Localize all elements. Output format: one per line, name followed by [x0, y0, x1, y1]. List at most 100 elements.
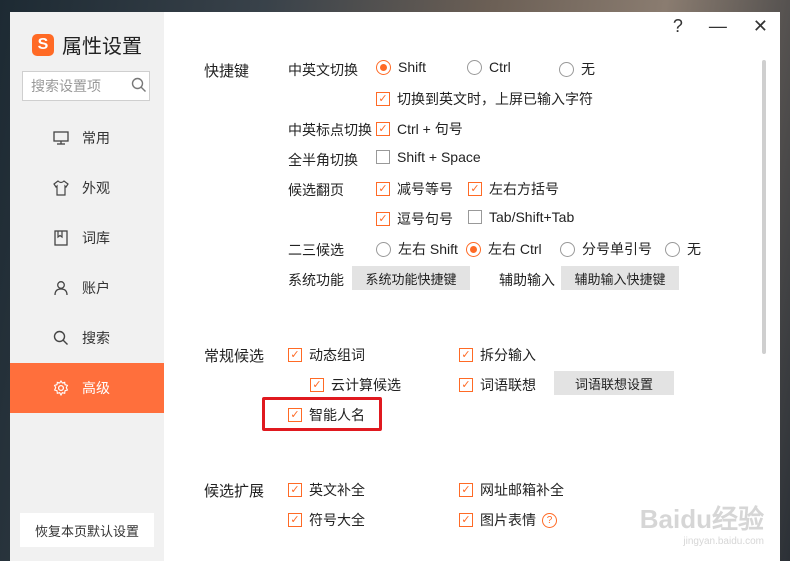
checkbox-label: 左右方括号 [489, 181, 559, 197]
width-switch-label: 全半角切换 [288, 152, 358, 168]
section-title-regular: 常规候选 [204, 348, 265, 365]
sidebar-item-appearance[interactable]: 外观 [10, 163, 164, 213]
paging-label: 候选翻页 [288, 182, 344, 198]
checkbox-checked[interactable]: ✓ [376, 212, 390, 226]
minimize-button[interactable]: — [709, 16, 727, 37]
checkbox-english-complete[interactable]: ✓ 英文补全 [288, 480, 365, 500]
checkbox-checked[interactable]: ✓ [376, 92, 390, 106]
scrollbar[interactable] [762, 60, 766, 354]
close-button[interactable]: ✕ [753, 16, 768, 37]
watermark: Baidu经验 jingyan.baidu.com [640, 499, 764, 547]
sidebar-item-account[interactable]: 账户 [10, 263, 164, 313]
sidebar-item-label: 搜索 [82, 330, 110, 346]
radio-ctrl[interactable]: Ctrl [467, 59, 511, 75]
checkbox-url-email[interactable]: ✓ 网址邮箱补全 [459, 480, 564, 500]
radio-selected[interactable] [376, 59, 391, 75]
watermark-subtext: jingyan.baidu.com [683, 536, 764, 547]
checkbox[interactable] [468, 210, 482, 224]
restore-defaults-button[interactable]: 恢复本页默认设置 [20, 513, 154, 547]
sidebar-item-search[interactable]: 搜索 [10, 313, 164, 363]
radio-lr-shift[interactable]: 左右 Shift [376, 239, 458, 259]
checkbox-checked[interactable]: ✓ [288, 348, 302, 362]
checkbox-label: 英文补全 [309, 482, 365, 498]
sidebar-item-label: 高级 [82, 380, 110, 396]
checkbox-label: 切换到英文时，上屏已输入字符 [397, 91, 593, 107]
checkbox-label: 图片表情 [480, 512, 536, 528]
radio-semicolon[interactable]: 分号单引号 [560, 239, 652, 259]
checkbox-label: 网址邮箱补全 [480, 482, 564, 498]
checkbox-checked[interactable]: ✓ [459, 513, 473, 527]
search-box[interactable] [22, 71, 150, 101]
checkbox-checked[interactable]: ✓ [288, 483, 302, 497]
assist-shortcut-button[interactable]: 辅助输入快捷键 [561, 266, 679, 290]
checkbox-comma-period[interactable]: ✓ 逗号句号 [376, 209, 453, 229]
radio-label: Shift [398, 59, 427, 75]
checkbox-checked[interactable]: ✓ [310, 378, 324, 392]
sidebar-item-label: 词库 [82, 230, 110, 246]
checkbox-label: 符号大全 [309, 512, 365, 528]
checkbox-image-emoji[interactable]: ✓ 图片表情? [459, 510, 557, 530]
checkbox-shift-space[interactable]: Shift + Space [376, 149, 481, 165]
book-icon [52, 229, 70, 247]
checkbox-ctrl-period[interactable]: ✓ Ctrl + 句号 [376, 119, 463, 139]
checkbox-tab[interactable]: Tab/Shift+Tab [468, 209, 574, 225]
checkbox-checked[interactable]: ✓ [376, 182, 390, 196]
punct-switch-label: 中英标点切换 [288, 122, 372, 138]
shirt-icon [52, 179, 70, 197]
radio-selected[interactable] [466, 241, 481, 257]
checkbox-dynamic-phrase[interactable]: ✓ 动态组词 [288, 345, 365, 365]
search-input[interactable] [29, 77, 129, 95]
help-button[interactable]: ? [673, 16, 683, 37]
radio[interactable] [467, 59, 482, 75]
watermark-text: Baidu经验 [639, 504, 764, 534]
checkbox-checked[interactable]: ✓ [459, 378, 473, 392]
word-assoc-settings-button[interactable]: 词语联想设置 [554, 371, 674, 395]
checkbox-checked[interactable]: ✓ [376, 122, 390, 136]
section-title-extension: 候选扩展 [204, 483, 265, 500]
radio[interactable] [376, 241, 391, 257]
radio[interactable] [665, 241, 680, 257]
highlight-box [262, 397, 382, 431]
checkbox-brackets[interactable]: ✓ 左右方括号 [468, 179, 559, 199]
window-controls: ? — ✕ [673, 16, 768, 37]
sidebar-item-advanced[interactable]: 高级 [10, 363, 164, 413]
checkbox-commit-on-switch[interactable]: ✓ 切换到英文时，上屏已输入字符 [376, 89, 593, 109]
radio-label: 分号单引号 [582, 241, 652, 257]
checkbox-symbols[interactable]: ✓ 符号大全 [288, 510, 365, 530]
sogou-logo-icon: S [32, 33, 54, 56]
checkbox-checked[interactable]: ✓ [468, 182, 482, 196]
checkbox-label: 减号等号 [397, 181, 453, 197]
checkbox-checked[interactable]: ✓ [459, 348, 473, 362]
cn-en-switch-label: 中英文切换 [288, 62, 358, 78]
checkbox-minus-equal[interactable]: ✓ 减号等号 [376, 179, 453, 199]
checkbox[interactable] [376, 150, 390, 164]
brand: S 属性设置 [32, 30, 142, 59]
user-icon [52, 279, 70, 297]
system-shortcut-button[interactable]: 系统功能快捷键 [352, 266, 470, 290]
sidebar-item-label: 账户 [82, 280, 110, 296]
radio-label: 无 [687, 241, 701, 257]
checkbox-checked[interactable]: ✓ [288, 513, 302, 527]
radio-lr-ctrl[interactable]: 左右 Ctrl [466, 239, 542, 259]
assist-label: 辅助输入 [499, 272, 555, 288]
sidebar-item-label: 外观 [82, 180, 110, 196]
radio-none[interactable]: 无 [559, 59, 595, 79]
search-icon [52, 329, 70, 347]
radio[interactable] [560, 241, 575, 257]
question-icon[interactable]: ? [542, 512, 557, 528]
checkbox-word-assoc[interactable]: ✓ 词语联想 [459, 375, 536, 395]
radio-label: 无 [581, 61, 595, 77]
radio-label: 左右 Ctrl [488, 241, 542, 257]
radio-none-2[interactable]: 无 [665, 239, 701, 259]
system-label: 系统功能 [288, 272, 344, 288]
sidebar-item-common[interactable]: 常用 [10, 113, 164, 163]
checkbox-cloud-calc[interactable]: ✓ 云计算候选 [310, 375, 401, 395]
radio[interactable] [559, 61, 574, 77]
sidebar-item-dictionary[interactable]: 词库 [10, 213, 164, 263]
second-third-label: 二三候选 [288, 242, 344, 258]
radio-shift[interactable]: Shift [376, 59, 426, 75]
search-icon[interactable] [131, 77, 147, 96]
gear-icon [52, 379, 70, 397]
checkbox-checked[interactable]: ✓ [459, 483, 473, 497]
checkbox-split-input[interactable]: ✓ 拆分输入 [459, 345, 536, 365]
